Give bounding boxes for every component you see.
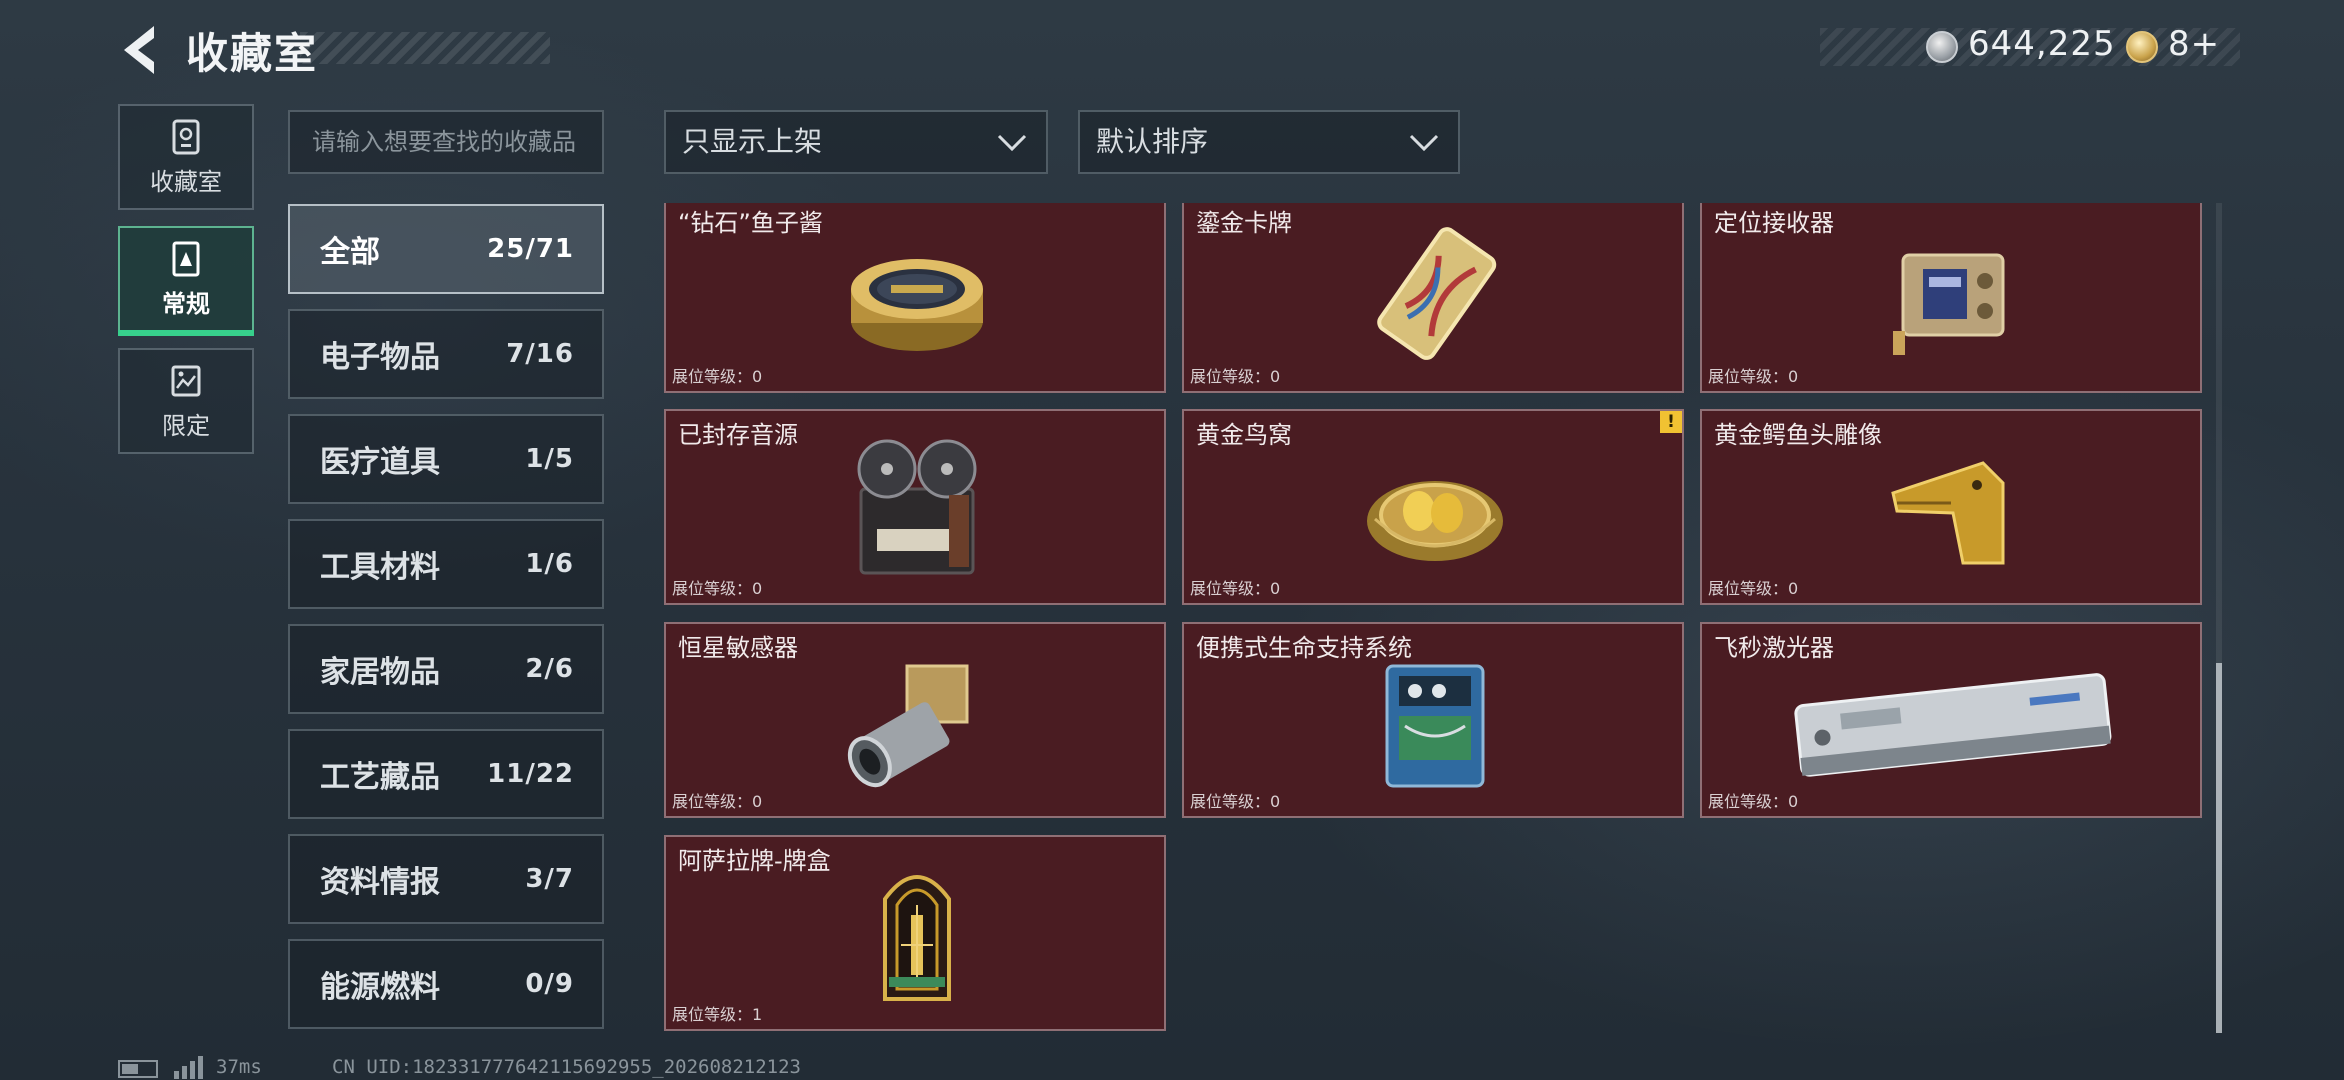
gilded-card-icon (1377, 227, 1497, 360)
item-level: 展位等级：0 (1190, 579, 1281, 598)
alert-badge: ! (1660, 411, 1682, 433)
category-intel[interactable]: 资料情报 3/7 (288, 834, 604, 924)
reel-recorder-icon (857, 439, 977, 575)
category-label: 医疗道具 (320, 445, 440, 480)
side-tab-label: 常规 (162, 289, 210, 318)
item-card[interactable]: 便携式生命支持系统 展位等级：0 (1182, 622, 1684, 818)
category-count: 1/6 (525, 549, 574, 579)
category-count: 11/22 (487, 759, 574, 789)
item-name: 鎏金卡牌 (1196, 209, 1292, 237)
item-name: “钻石”鱼子酱 (678, 209, 823, 237)
collection-icon (172, 119, 200, 154)
category-label: 工艺藏品 (320, 760, 440, 795)
category-medical[interactable]: 医疗道具 1/5 (288, 414, 604, 504)
item-card[interactable]: 黄金鸟窝 ! 展位等级：0 (1182, 409, 1684, 605)
collection-grid: “钻石”鱼子酱 展位等级：0 鎏金卡牌 展位等级：0 定位接收器 展位等级：0 (664, 203, 2204, 1033)
item-card[interactable]: 黄金鳄鱼头雕像 展位等级：0 (1700, 409, 2202, 605)
side-tab-collection[interactable]: 收藏室 (118, 104, 254, 210)
silver-coin-icon (1926, 31, 1958, 63)
user-uid: CN UID:182331777642115692955_20260821212… (332, 1056, 801, 1078)
caviar-tin-icon (851, 259, 983, 351)
category-count: 25/71 (487, 234, 574, 264)
item-card[interactable]: 恒星敏感器 展位等级：0 (664, 622, 1166, 818)
back-button[interactable] (116, 22, 164, 78)
card-box-icon (883, 875, 951, 1001)
item-card[interactable]: 已封存音源 展位等级：0 (664, 409, 1166, 605)
category-household[interactable]: 家居物品 2/6 (288, 624, 604, 714)
item-card[interactable]: 飞秒激光器 展位等级：0 (1700, 622, 2202, 818)
item-level: 展位等级：0 (672, 792, 763, 811)
ping-value: 37ms (216, 1056, 262, 1078)
title-decoration (300, 32, 550, 64)
chevron-down-icon (997, 134, 1027, 152)
item-level: 展位等级：1 (672, 1005, 763, 1024)
category-label: 电子物品 (320, 340, 440, 375)
limited-icon (171, 365, 201, 396)
item-name: 飞秒激光器 (1714, 634, 1834, 662)
side-tab-regular[interactable]: 常规 (118, 226, 254, 336)
crocodile-head-icon (1891, 461, 2005, 565)
item-level: 展位等级：0 (1190, 367, 1281, 386)
item-name: 阿萨拉牌-牌盒 (678, 847, 831, 875)
femtosecond-laser-icon (1794, 673, 2112, 777)
item-level: 展位等级：0 (1708, 579, 1799, 598)
category-count: 1/5 (525, 444, 574, 474)
category-count: 2/6 (525, 654, 574, 684)
category-count: 0/9 (525, 969, 574, 999)
chevron-down-icon (1409, 134, 1439, 152)
gold-coin-icon (2126, 31, 2158, 63)
item-card[interactable]: 定位接收器 展位等级：0 (1700, 203, 2202, 393)
item-card[interactable]: 阿萨拉牌-牌盒 展位等级：1 (664, 835, 1166, 1031)
category-label: 全部 (320, 235, 380, 270)
item-level: 展位等级：0 (672, 579, 763, 598)
category-fuel[interactable]: 能源燃料 0/9 (288, 939, 604, 1029)
category-all[interactable]: 全部 25/71 (288, 204, 604, 294)
side-tab-label: 限定 (162, 411, 210, 440)
page-title: 收藏室 (186, 29, 319, 78)
active-tab-indicator (118, 330, 254, 336)
item-level: 展位等级：0 (1190, 792, 1281, 811)
item-level: 展位等级：0 (1708, 792, 1799, 811)
golden-nest-icon (1367, 481, 1503, 561)
gold-currency-value: 8+ (2168, 24, 2221, 64)
life-support-icon (1385, 664, 1485, 788)
locator-receiver-icon (1893, 253, 2005, 355)
item-level: 展位等级：0 (672, 367, 763, 386)
item-name: 定位接收器 (1714, 209, 1834, 237)
item-name: 黄金鸟窝 (1196, 421, 1292, 449)
category-crafts[interactable]: 工艺藏品 11/22 (288, 729, 604, 819)
category-label: 能源燃料 (320, 970, 440, 1005)
side-tab-limited[interactable]: 限定 (118, 348, 254, 454)
category-count: 7/16 (506, 339, 574, 369)
scrollbar-thumb[interactable] (2216, 663, 2222, 1033)
item-card[interactable]: “钻石”鱼子酱 展位等级：0 (664, 203, 1166, 393)
item-name: 已封存音源 (678, 421, 798, 449)
category-electronics[interactable]: 电子物品 7/16 (288, 309, 604, 399)
item-name: 黄金鳄鱼头雕像 (1714, 421, 1882, 449)
shelf-filter-dropdown[interactable]: 只显示上架 (664, 110, 1048, 174)
star-sensor-icon (847, 664, 969, 788)
category-label: 资料情报 (320, 865, 440, 900)
sort-dropdown[interactable]: 默认排序 (1078, 110, 1460, 174)
item-name: 恒星敏感器 (678, 634, 798, 662)
item-level: 展位等级：0 (1708, 367, 1799, 386)
category-count: 3/7 (525, 864, 574, 894)
category-tools[interactable]: 工具材料 1/6 (288, 519, 604, 609)
sort-value: 默认排序 (1096, 125, 1209, 158)
category-label: 工具材料 (320, 550, 440, 585)
signal-icon (174, 1056, 203, 1079)
regular-icon (172, 241, 200, 276)
silver-currency-value: 644,225 (1968, 24, 2116, 64)
side-tab-label: 收藏室 (150, 167, 222, 196)
shelf-filter-value: 只显示上架 (682, 125, 823, 158)
grid-scrollbar[interactable] (2216, 203, 2222, 1033)
item-card[interactable]: 鎏金卡牌 展位等级：0 (1182, 203, 1684, 393)
battery-icon (118, 1060, 158, 1078)
search-input[interactable]: 请输入想要查找的收藏品 (288, 110, 604, 174)
back-arrow-icon (124, 26, 154, 74)
item-name: 便携式生命支持系统 (1196, 634, 1412, 662)
category-label: 家居物品 (320, 655, 440, 690)
